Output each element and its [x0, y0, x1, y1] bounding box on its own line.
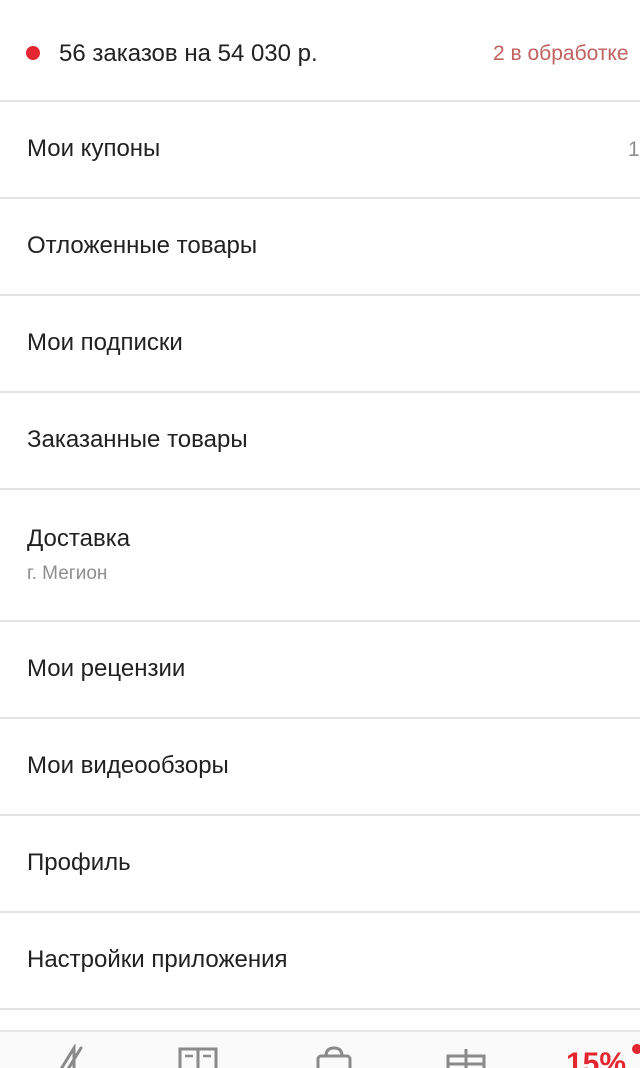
tab-cart[interactable]: [312, 1044, 356, 1068]
tab-discount[interactable]: 15%: [566, 1046, 626, 1068]
delivery-city-label: г. Мегион: [27, 563, 108, 584]
menu-item-reviews[interactable]: Мои рецензии: [0, 622, 640, 719]
bottom-tab-bar: 15%: [0, 1030, 640, 1068]
tab-home[interactable]: [50, 1044, 94, 1068]
logo-icon: [50, 1044, 94, 1068]
coupons-count-badge: 1: [628, 138, 640, 161]
tab-gifts[interactable]: [444, 1044, 488, 1068]
menu-item-coupons[interactable]: Мои купоны 1: [0, 102, 640, 199]
menu-item-deferred-goods[interactable]: Отложенные товары: [0, 199, 640, 296]
menu-item-label: Доставка: [27, 525, 131, 552]
status-dot: [26, 46, 40, 60]
menu-item-label: Настройки приложения: [27, 946, 288, 973]
gift-icon: [444, 1044, 488, 1068]
menu-item-ordered-goods[interactable]: Заказанные товары: [0, 393, 640, 490]
menu-item-label: Отложенные товары: [27, 232, 258, 259]
orders-summary-text: 56 заказов на 54 030 р.: [59, 40, 318, 67]
menu-item-label: Профиль: [27, 849, 131, 876]
menu-item-video-reviews[interactable]: Мои видеообзоры: [0, 719, 640, 816]
menu-item-label: Мои подписки: [27, 329, 183, 356]
menu-item-app-settings[interactable]: Настройки приложения: [0, 913, 640, 1010]
menu-item-label: Заказанные товары: [27, 426, 248, 453]
menu-item-delivery[interactable]: Доставка г. Мегион: [0, 490, 640, 622]
orders-processing-status: 2 в обработке: [493, 42, 629, 65]
orders-summary-row[interactable]: 56 заказов на 54 030 р. 2 в обработке: [0, 0, 640, 102]
menu-item-label: Мои рецензии: [27, 655, 186, 682]
catalog-book-icon: [176, 1044, 220, 1068]
tab-catalog[interactable]: [176, 1044, 220, 1068]
menu-item-profile[interactable]: Профиль: [0, 816, 640, 913]
notification-badge: [632, 1044, 640, 1054]
cart-bag-icon: [312, 1044, 356, 1068]
menu-item-label: Мои видеообзоры: [27, 752, 229, 779]
account-menu-list: Мои купоны 1 Отложенные товары Мои подпи…: [0, 102, 640, 1010]
account-menu-screen: 56 заказов на 54 030 р. 2 в обработке Мо…: [0, 0, 640, 1068]
menu-item-label: Мои купоны: [27, 135, 161, 162]
menu-item-subscriptions[interactable]: Мои подписки: [0, 296, 640, 393]
